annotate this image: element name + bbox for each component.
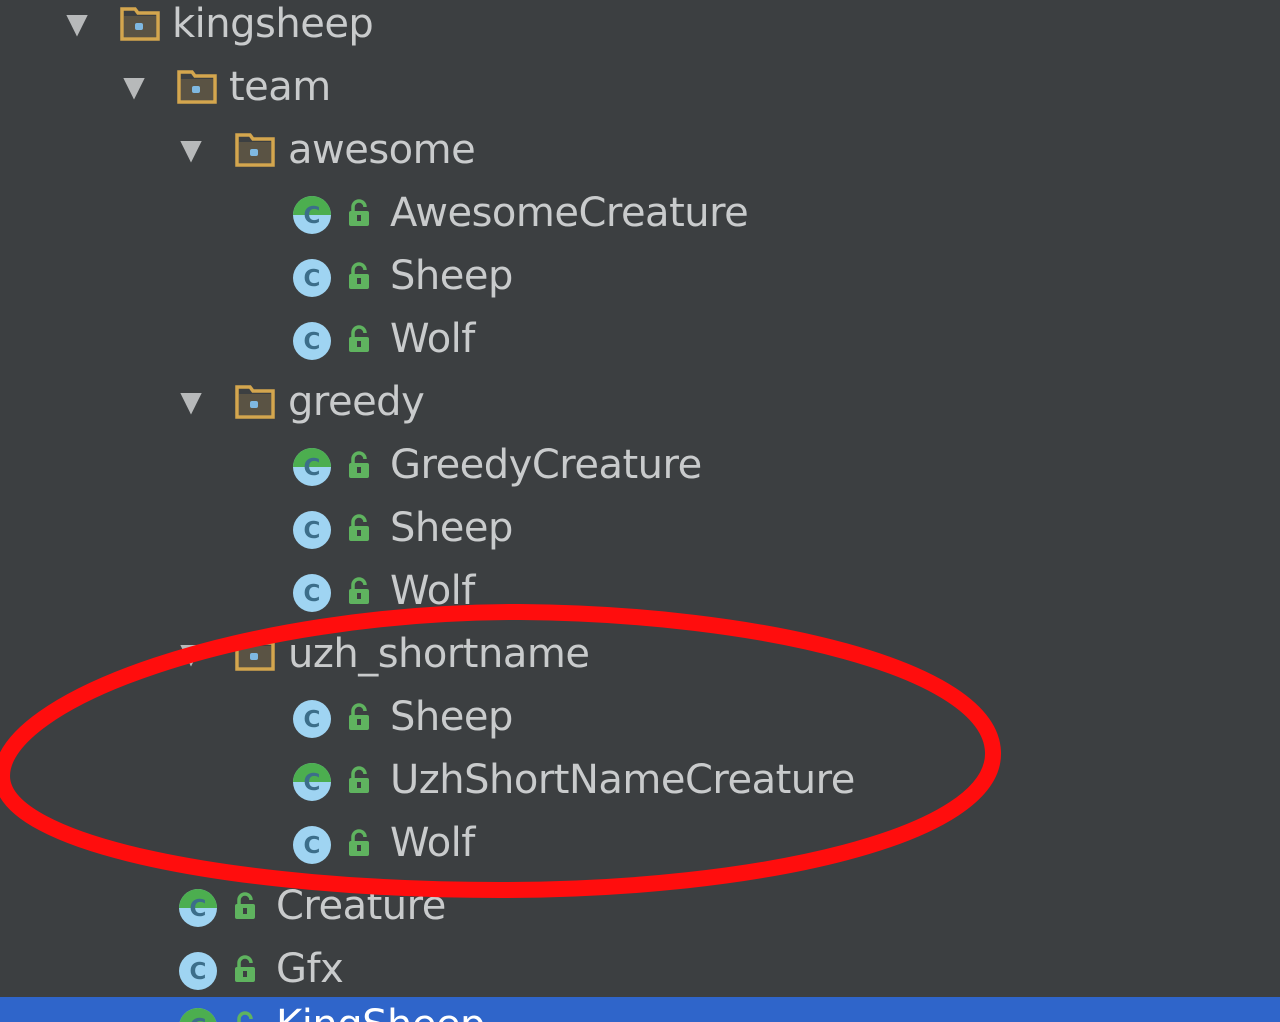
- public-lock-icon: [344, 576, 374, 606]
- tree-node-class[interactable]: AwesomeCreature: [0, 191, 1280, 254]
- tree-node-awesome[interactable]: ▼ awesome: [0, 128, 1280, 191]
- expand-arrow-icon[interactable]: ▼: [119, 65, 149, 109]
- tree-node-label: uzh_shortname: [288, 631, 590, 677]
- expand-arrow-icon[interactable]: ▼: [176, 380, 206, 424]
- tree-node-label: greedy: [288, 379, 425, 425]
- public-lock-icon: [344, 324, 374, 354]
- tree-node-team[interactable]: ▼ team: [0, 65, 1280, 128]
- tree-node-label: awesome: [288, 127, 476, 173]
- package-folder-icon: [120, 6, 160, 42]
- public-lock-icon: [344, 513, 374, 543]
- public-lock-icon: [344, 765, 374, 795]
- tree-node-class[interactable]: GreedyCreature: [0, 443, 1280, 506]
- package-folder-icon: [177, 69, 217, 105]
- tree-node-class[interactable]: Creature: [0, 884, 1280, 947]
- tree-node-label: AwesomeCreature: [390, 190, 749, 236]
- package-folder-icon: [235, 636, 275, 672]
- tree-node-class[interactable]: Sheep: [0, 254, 1280, 317]
- tree-node-class[interactable]: UzhShortNameCreature: [0, 758, 1280, 821]
- tree-node-label: Gfx: [276, 946, 344, 992]
- tree-node-label: Wolf: [390, 568, 475, 614]
- expand-arrow-icon[interactable]: ▼: [176, 632, 206, 676]
- tree-node-class[interactable]: Sheep: [0, 695, 1280, 758]
- tree-node-class[interactable]: KingSheep: [0, 997, 1280, 1022]
- class-icon: [292, 321, 332, 361]
- abstract-class-icon: [178, 888, 218, 928]
- abstract-class-icon: [292, 447, 332, 487]
- public-lock-icon: [344, 198, 374, 228]
- tree-node-label: KingSheep: [276, 1003, 485, 1022]
- class-icon: [292, 573, 332, 613]
- public-lock-icon: [344, 702, 374, 732]
- tree-node-label: UzhShortNameCreature: [390, 757, 855, 803]
- tree-node-label: kingsheep: [172, 1, 374, 47]
- tree-node-label: GreedyCreature: [390, 442, 702, 488]
- public-lock-icon: [230, 1010, 260, 1022]
- tree-node-class[interactable]: Wolf: [0, 317, 1280, 380]
- class-icon: [292, 825, 332, 865]
- tree-node-label: team: [229, 64, 331, 110]
- tree-node-class[interactable]: Wolf: [0, 569, 1280, 632]
- tree-node-label: Wolf: [390, 820, 475, 866]
- tree-node-label: Creature: [276, 883, 446, 929]
- public-lock-icon: [344, 450, 374, 480]
- abstract-class-icon: [292, 195, 332, 235]
- expand-arrow-icon[interactable]: ▼: [176, 128, 206, 172]
- public-lock-icon: [344, 828, 374, 858]
- tree-node-label: Sheep: [390, 253, 513, 299]
- public-lock-icon: [344, 261, 374, 291]
- tree-node-label: Sheep: [390, 505, 513, 551]
- project-tree: ▼ kingsheep ▼ team ▼ awesome AwesomeCrea…: [0, 0, 1280, 1022]
- expand-arrow-icon[interactable]: ▼: [62, 2, 92, 46]
- tree-node-kingsheep[interactable]: ▼ kingsheep: [0, 2, 1280, 65]
- abstract-class-icon: [292, 762, 332, 802]
- abstract-class-icon: [178, 1007, 218, 1022]
- tree-node-uzh-shortname[interactable]: ▼ uzh_shortname: [0, 632, 1280, 695]
- class-icon: [178, 951, 218, 991]
- public-lock-icon: [230, 954, 260, 984]
- tree-node-class[interactable]: Sheep: [0, 506, 1280, 569]
- tree-node-label: Wolf: [390, 316, 475, 362]
- public-lock-icon: [230, 891, 260, 921]
- class-icon: [292, 699, 332, 739]
- tree-node-class[interactable]: Wolf: [0, 821, 1280, 884]
- tree-node-selected[interactable]: KingSheep: [0, 997, 1280, 1022]
- tree-node-greedy[interactable]: ▼ greedy: [0, 380, 1280, 443]
- class-icon: [292, 258, 332, 298]
- package-folder-icon: [235, 132, 275, 168]
- class-icon: [292, 510, 332, 550]
- package-folder-icon: [235, 384, 275, 420]
- tree-node-label: Sheep: [390, 694, 513, 740]
